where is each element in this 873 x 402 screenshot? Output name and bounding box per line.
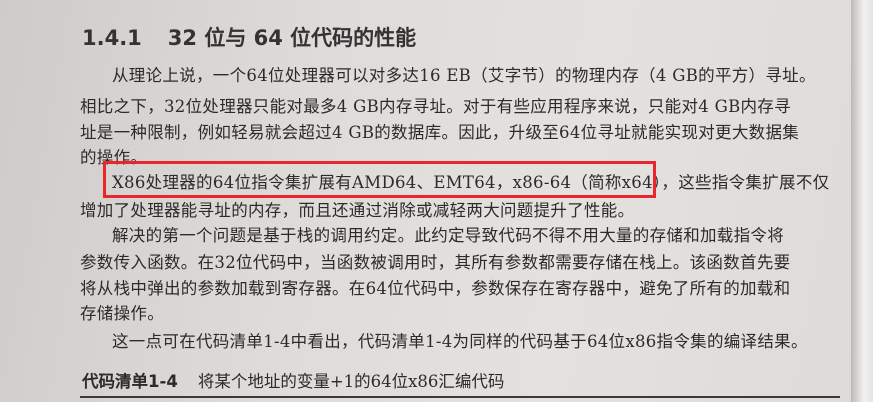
paragraph-4-line-1: 这一点可在代码清单1-4中看出，代码清单1-4为同样的代码基于64位x86指令集… [112,332,808,351]
section-heading: 1.4.1 32 位与 64 位代码的性能 [82,22,416,52]
paragraph-1-line-1: 从理论上说，一个64位处理器可以对多达16 EB（艾字节）的物理内存（4 GB的… [112,66,816,85]
paragraph-3-line-2: 参数传入函数。在32位代码中，当函数被调用时，其所有参数都需要存储在栈上。该函数… [80,253,791,272]
book-page: 1.4.1 32 位与 64 位代码的性能 从理论上说，一个64位处理器可以对多达… [0,0,873,402]
listing-rule [80,396,840,398]
code-listing-label: 代码清单1-4 [82,372,178,391]
section-number: 1.4.1 [82,26,142,50]
page-edge [851,0,873,402]
paragraph-3-line-1: 解决的第一个问题是基于栈的调用约定。此约定导致代码不得不用大量的存储和加载指令将 [112,226,784,245]
paragraph-3-line-3: 将从栈中弹出的参数加载到寄存器。在64位代码中，参数保存在寄存器中，避免了所有的… [80,279,791,298]
red-highlight-box [103,161,656,198]
code-listing-caption: 将某个地址的变量+1的64位x86汇编代码 [197,372,505,391]
section-title: 32 位与 64 位代码的性能 [167,26,417,50]
paragraph-1-line-2: 相比之下，32位处理器只能对最多4 GB内存寻址。对于有些应用程序来说，只能对4… [80,97,791,116]
paragraph-2-line-2: 增加了处理器能寻址的内存，而且还通过消除或减轻两大问题提升了性能。 [80,201,635,220]
paragraph-3-line-4: 存储操作。 [80,304,164,323]
code-listing-title: 代码清单1-4 将某个地址的变量+1的64位x86汇编代码 [82,368,504,392]
paragraph-1-line-3: 址是一种限制，例如轻易就会超过4 GB的数据库。因此，升级至64位寻址就能实现对… [80,123,800,142]
